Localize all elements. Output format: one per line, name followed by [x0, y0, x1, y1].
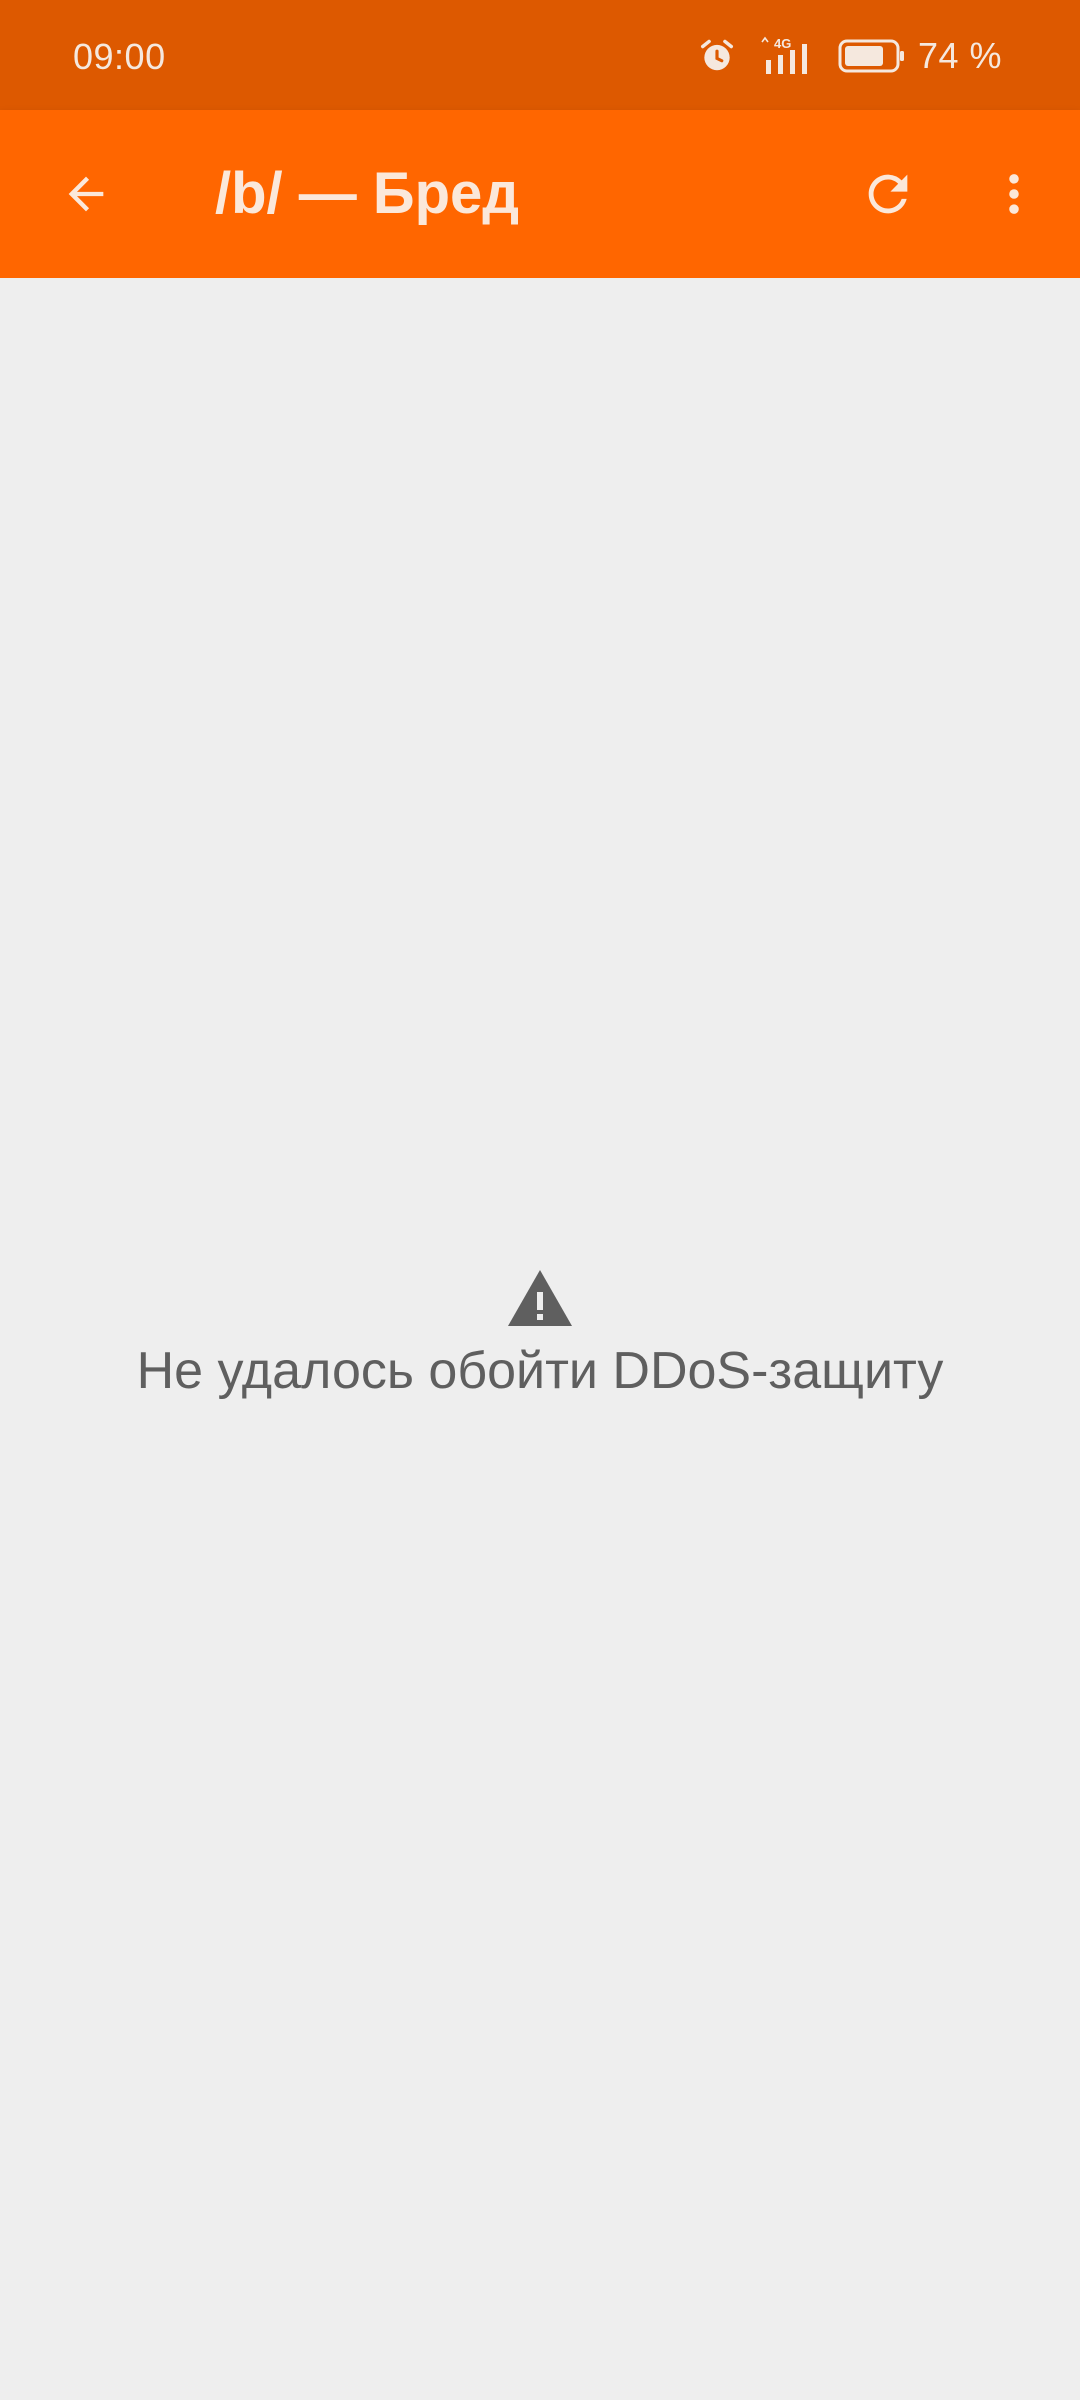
back-button[interactable]	[40, 148, 132, 240]
error-state: Не удалось обойти DDoS-защиту	[0, 1268, 1080, 1402]
page-title: /b/ — Бред	[215, 161, 520, 226]
more-vert-icon	[1009, 174, 1019, 214]
network-type-label: 4G	[774, 36, 791, 51]
signal-icon: 4G	[760, 36, 822, 76]
battery-percent: 74 %	[917, 35, 1002, 76]
refresh-icon	[868, 174, 908, 214]
status-icons: 4G 74 %	[698, 34, 1002, 78]
alarm-icon	[698, 37, 736, 75]
warning-icon	[508, 1270, 572, 1326]
status-bar: 09:00 4G 74 %	[0, 0, 1080, 110]
app-bar: /b/ — Бред	[0, 110, 1080, 278]
content-area: Не удалось обойти DDoS-защиту	[0, 278, 1080, 2400]
error-message: Не удалось обойти DDoS-защиту	[136, 1342, 944, 1400]
back-arrow-icon	[68, 176, 104, 212]
battery-icon	[838, 39, 906, 73]
more-options-button[interactable]	[968, 148, 1060, 240]
refresh-button[interactable]	[842, 148, 934, 240]
status-time: 09:00	[73, 36, 166, 77]
